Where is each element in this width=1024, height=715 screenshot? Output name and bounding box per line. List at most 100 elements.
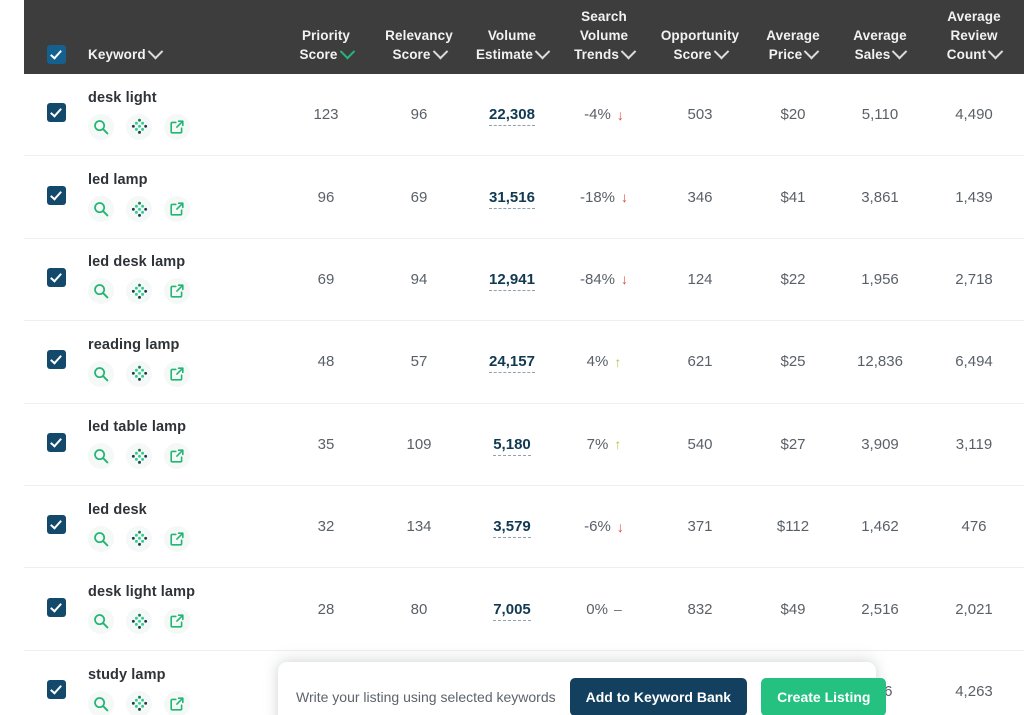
external-link-icon[interactable] — [164, 443, 190, 470]
table-row[interactable]: led lamp 96 69 31,516 -18% ↓ 346 $41 3,861 1,439 — [24, 156, 1024, 239]
column-header-average-review-count-line3: Count — [946, 47, 987, 62]
row-checkbox[interactable] — [46, 103, 66, 123]
keyword-network-icon[interactable] — [126, 690, 152, 715]
column-header-average-price-line2: Price — [768, 47, 803, 62]
opportunity-score-cell: 346 — [687, 188, 713, 206]
search-icon[interactable] — [88, 360, 114, 387]
table-row[interactable]: led desk lamp 69 94 12,941 -84% ↓ 124 $22 1,956 2… — [24, 238, 1024, 322]
average-review-count-cell: 1,439 — [955, 188, 993, 206]
trend-value: -6% ↓ — [584, 518, 624, 535]
keyword-actions — [88, 196, 190, 223]
row-checkbox[interactable] — [46, 432, 66, 452]
volume-estimate-cell: 12,941 — [466, 270, 558, 291]
table-row[interactable]: reading lamp 48 57 24,157 4% ↑ 621 $25 12,836 6,4… — [24, 321, 1024, 404]
opportunity-score-cell: 124 — [687, 270, 713, 288]
row-checkbox[interactable] — [46, 597, 66, 617]
keyword-cell: desk light — [88, 90, 280, 140]
volume-estimate-value[interactable]: 5,180 — [493, 435, 531, 456]
column-header-search-volume-trends-line3: Trends — [574, 47, 619, 62]
external-link-icon[interactable] — [164, 608, 190, 635]
relevancy-score-cell: 94 — [410, 270, 428, 288]
external-link-icon[interactable] — [164, 690, 190, 715]
row-select-cell — [24, 432, 88, 456]
search-icon[interactable] — [88, 278, 114, 305]
column-header-volume-estimate[interactable]: Volume Estimate — [466, 26, 558, 64]
external-link-icon[interactable] — [164, 113, 190, 140]
priority-score-cell: 123 — [313, 106, 339, 124]
trend-value: -4% ↓ — [584, 106, 624, 123]
volume-estimate-value[interactable]: 12,941 — [489, 270, 535, 291]
keyword-network-icon[interactable] — [126, 525, 152, 552]
trend-percent: -84% — [579, 270, 616, 288]
keyword-network-icon[interactable] — [126, 113, 152, 140]
row-checkbox[interactable] — [46, 267, 66, 287]
create-listing-button[interactable]: Create Listing — [761, 678, 887, 715]
keyword-network-icon[interactable] — [126, 608, 152, 635]
row-select-cell — [24, 680, 88, 703]
chevron-down-icon — [339, 43, 355, 60]
volume-estimate-cell: 24,157 — [466, 353, 558, 374]
column-header-priority-score[interactable]: Priority Score — [280, 26, 372, 64]
keyword-network-icon[interactable] — [126, 443, 152, 470]
average-review-count-cell: 476 — [961, 518, 987, 536]
table-header-row: Keyword Priority Score Relevancy Score V… — [24, 0, 1024, 74]
column-header-average-sales[interactable]: Average Sales — [836, 26, 924, 64]
row-checkbox[interactable] — [46, 515, 66, 535]
table-row[interactable]: desk light 123 96 22,308 -4% ↓ 503 $20 5,110 4,49… — [24, 74, 1024, 157]
row-checkbox[interactable] — [46, 185, 66, 205]
column-header-average-review-count[interactable]: Average Review Count — [924, 7, 1024, 64]
volume-estimate-value[interactable]: 22,308 — [489, 106, 535, 127]
external-link-icon[interactable] — [164, 278, 190, 305]
external-link-icon[interactable] — [164, 525, 190, 552]
row-checkbox[interactable] — [46, 680, 66, 700]
search-volume-trends-cell: -84% ↓ — [558, 271, 650, 288]
table-row[interactable]: led desk 32 134 3,579 -6% ↓ 371 $112 1,462 476 — [24, 485, 1024, 569]
search-volume-trends-cell: 0% – — [558, 601, 650, 618]
keyword-cell: led lamp — [88, 172, 280, 223]
column-header-average-price[interactable]: Average Price — [750, 26, 836, 64]
search-icon[interactable] — [88, 525, 114, 552]
trend-down-icon: ↓ — [616, 106, 624, 123]
search-icon[interactable] — [88, 608, 114, 635]
keyword-network-icon[interactable] — [126, 196, 152, 223]
external-link-icon[interactable] — [164, 360, 190, 387]
average-price-cell: $49 — [780, 600, 806, 618]
chevron-down-icon — [713, 43, 729, 60]
search-icon[interactable] — [88, 113, 114, 140]
priority-score-cell: 48 — [317, 353, 335, 371]
row-checkbox[interactable] — [46, 350, 66, 370]
chevron-down-icon — [534, 43, 551, 60]
keyword-network-icon[interactable] — [126, 278, 152, 305]
chevron-down-icon — [892, 43, 908, 60]
column-header-average-sales-line2: Sales — [854, 47, 891, 62]
search-icon[interactable] — [88, 443, 114, 470]
volume-estimate-value[interactable]: 7,005 — [493, 600, 531, 621]
average-review-count-cell: 4,490 — [955, 106, 993, 124]
opportunity-score-cell: 621 — [687, 353, 713, 371]
keyword-actions — [88, 113, 190, 140]
priority-score-cell: 32 — [317, 518, 335, 536]
relevancy-score-cell: 109 — [406, 435, 432, 453]
relevancy-score-cell: 96 — [410, 106, 428, 124]
volume-estimate-value[interactable]: 31,516 — [489, 188, 535, 209]
external-link-icon[interactable] — [164, 196, 190, 223]
keyword-network-icon[interactable] — [126, 360, 152, 387]
column-header-keyword[interactable]: Keyword — [88, 43, 280, 64]
select-all-checkbox[interactable] — [46, 45, 66, 64]
trend-value: 0% – — [586, 601, 621, 618]
add-to-keyword-bank-button[interactable]: Add to Keyword Bank — [569, 678, 748, 715]
chevron-down-icon — [987, 43, 1004, 60]
table-row[interactable]: led table lamp 35 109 5,180 7% ↑ 540 $27 3,909 3,… — [24, 403, 1024, 486]
column-header-relevancy-score[interactable]: Relevancy Score — [372, 26, 466, 64]
search-icon[interactable] — [88, 690, 114, 715]
volume-estimate-value[interactable]: 3,579 — [493, 518, 531, 539]
column-header-opportunity-score[interactable]: Opportunity Score — [650, 26, 750, 64]
search-icon[interactable] — [88, 196, 114, 223]
volume-estimate-value[interactable]: 24,157 — [489, 353, 535, 374]
search-volume-trends-cell: -6% ↓ — [558, 518, 650, 535]
column-header-search-volume-trends[interactable]: Search Volume Trends — [558, 7, 650, 64]
keyword-cell: led table lamp — [88, 419, 280, 470]
average-sales-cell: 5,110 — [861, 106, 899, 124]
table-row[interactable]: desk light lamp 28 80 7,005 0% – 832 $49 2,516 2,… — [24, 568, 1024, 651]
column-header-average-review-count-line2: Review — [950, 28, 998, 43]
